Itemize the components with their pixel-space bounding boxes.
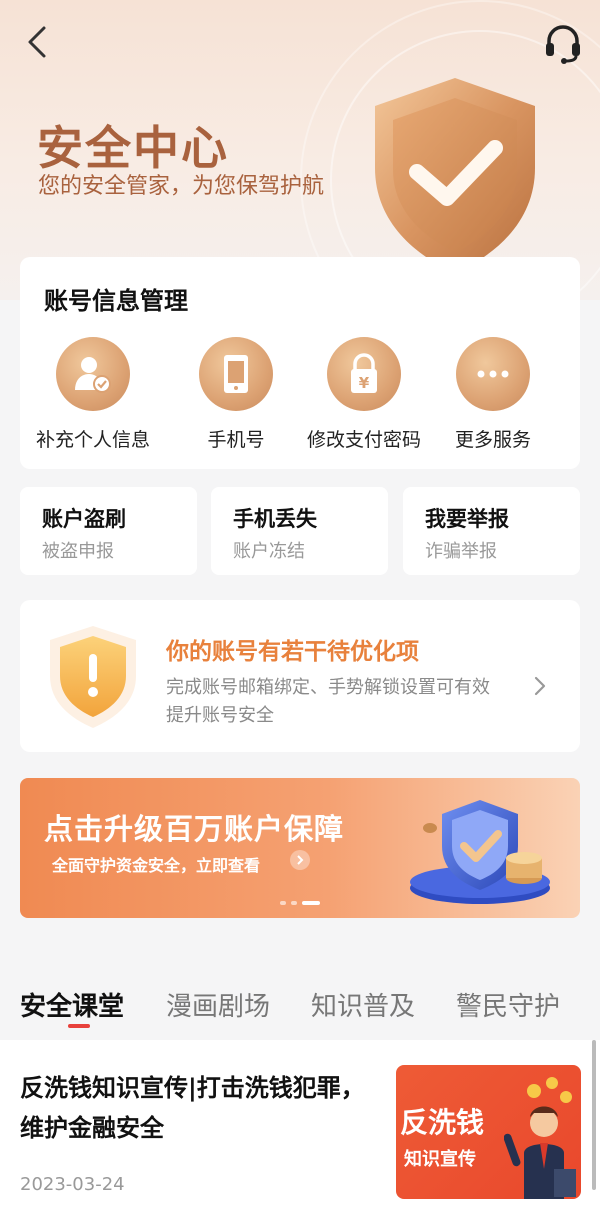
businessman-illustration-icon — [504, 1077, 576, 1199]
chevron-right-icon — [534, 676, 546, 696]
active-tab-indicator — [68, 1024, 90, 1028]
article-item[interactable]: 反洗钱知识宣传|打击洗钱犯罪，维护金融安全 2023-03-24 反洗钱 知识宣… — [0, 1040, 600, 1227]
thumbnail-title: 反洗钱 — [400, 1106, 485, 1139]
service-label: 补充个人信息 — [35, 429, 150, 451]
service-icon-circle: ¥ — [327, 337, 401, 411]
quick-title: 手机丢失 — [233, 507, 317, 531]
quick-subtitle: 诈骗举报 — [425, 541, 497, 562]
thumbnail-subtitle: 知识宣传 — [404, 1149, 476, 1170]
warning-shield-icon — [50, 626, 136, 728]
back-button[interactable] — [22, 24, 56, 60]
optimization-title: 你的账号有若干待优化项 — [166, 639, 419, 665]
quick-report[interactable]: 我要举报 诈骗举报 — [403, 487, 580, 575]
headset-icon — [546, 25, 580, 64]
tab-knowledge[interactable]: 知识普及 — [311, 986, 415, 1023]
more-dots-icon — [477, 370, 509, 378]
tab-safety-class[interactable]: 安全课堂 — [20, 986, 124, 1023]
banner-title: 点击升级百万账户保障 — [44, 812, 345, 846]
article-thumbnail: 反洗钱 知识宣传 — [396, 1065, 581, 1199]
user-check-icon — [75, 357, 111, 393]
carousel-dot — [291, 901, 297, 905]
content-tabs: 安全课堂 漫画剧场 知识普及 警民守护 — [0, 980, 600, 1040]
quick-subtitle: 被盗申报 — [42, 541, 114, 562]
customer-service-button[interactable] — [540, 20, 586, 66]
banner-subtitle: 全面守护资金安全，立即查看 — [52, 856, 261, 875]
section-title: 账号信息管理 — [44, 287, 188, 315]
quick-account-theft[interactable]: 账户盗刷 被盗申报 — [20, 487, 197, 575]
service-supplement-info[interactable]: 补充个人信息 — [23, 337, 163, 452]
carousel-dot-active — [302, 901, 320, 905]
banner-arrow-icon — [290, 850, 310, 870]
tab-comic-theater[interactable]: 漫画剧场 — [166, 986, 270, 1023]
optimization-card[interactable]: 你的账号有若干待优化项 完成账号邮箱绑定、手势解锁设置可有效提升账号安全 — [20, 600, 580, 752]
service-change-pay-password[interactable]: ¥ 修改支付密码 — [294, 337, 434, 452]
service-label: 手机号 — [207, 429, 265, 451]
quick-subtitle: 账户冻结 — [233, 541, 305, 562]
account-info-card: 账号信息管理 补充个人信息 手机号 ¥ 修改支付密码 更多服务 — [20, 257, 580, 469]
quick-title: 我要举报 — [425, 507, 509, 531]
shield-coins-icon — [410, 800, 550, 904]
article-date: 2023-03-24 — [20, 1174, 125, 1195]
phone-icon — [224, 355, 248, 393]
carousel-indicator — [280, 901, 320, 905]
svg-text:¥: ¥ — [359, 374, 370, 392]
service-more[interactable]: 更多服务 — [423, 337, 563, 452]
service-label: 更多服务 — [454, 429, 531, 451]
tab-police-guard[interactable]: 警民守护 — [456, 986, 560, 1023]
quick-title: 账户盗刷 — [42, 507, 126, 531]
shield-check-icon — [375, 78, 535, 273]
service-phone[interactable]: 手机号 — [166, 337, 306, 452]
lock-yuan-icon: ¥ — [351, 353, 377, 393]
optimization-description: 完成账号邮箱绑定、手势解锁设置可有效提升账号安全 — [166, 677, 490, 726]
hero-header: 安全中心 您的安全管家，为您保驾护航 — [0, 0, 600, 300]
quick-phone-lost[interactable]: 手机丢失 账户冻结 — [211, 487, 388, 575]
chevron-left-icon — [28, 26, 46, 58]
article-title: 反洗钱知识宣传|打击洗钱犯罪，维护金融安全 — [20, 1074, 365, 1142]
service-icon-circle — [199, 337, 273, 411]
carousel-dot — [280, 901, 286, 905]
page-subtitle: 您的安全管家，为您保驾护航 — [38, 174, 325, 199]
scrollbar[interactable] — [592, 1040, 596, 1190]
upgrade-protection-banner[interactable]: 点击升级百万账户保障 全面守护资金安全，立即查看 — [20, 778, 580, 918]
service-icon-circle — [56, 337, 130, 411]
service-label: 修改支付密码 — [306, 429, 421, 451]
service-icon-circle — [456, 337, 530, 411]
